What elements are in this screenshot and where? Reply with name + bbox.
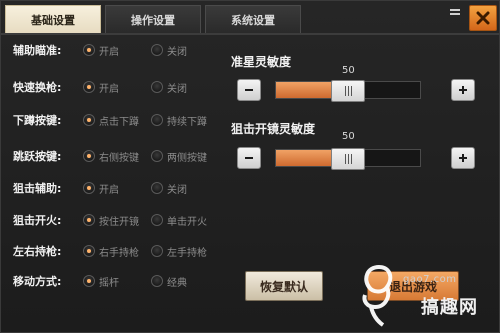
- crosshair-sensitivity-slider[interactable]: [275, 80, 421, 102]
- crosshair-sensitivity-title: 准星灵敏度: [231, 55, 292, 69]
- setting-label: 狙击开火:: [13, 214, 62, 227]
- radio-button[interactable]: [151, 182, 163, 194]
- setting-row-sniper-assist: 狙击辅助: 开启 关闭: [13, 179, 219, 197]
- setting-label: 辅助瞄准:: [13, 44, 62, 57]
- option-off[interactable]: 关闭: [151, 80, 219, 95]
- option-on[interactable]: 开启: [83, 43, 151, 58]
- scope-sensitivity-slider[interactable]: [275, 148, 421, 170]
- radio-button[interactable]: [83, 81, 95, 93]
- option-classic[interactable]: 经典: [151, 274, 219, 289]
- setting-row-jump-key: 跳跃按键: 右侧按键 两侧按键: [13, 147, 219, 165]
- setting-row-move-mode: 移动方式: 摇杆 经典: [13, 272, 219, 290]
- tab-divider: [1, 33, 500, 35]
- setting-row-sniper-fire: 狙击开火: 按住开镜 单击开火: [13, 211, 219, 229]
- option-on[interactable]: 开启: [83, 181, 151, 196]
- radio-button[interactable]: [151, 214, 163, 226]
- option-joystick[interactable]: 摇杆: [83, 274, 151, 289]
- close-icon: [476, 11, 490, 25]
- option-tap-crouch[interactable]: 点击下蹲: [83, 113, 151, 128]
- radio-button[interactable]: [151, 81, 163, 93]
- close-button[interactable]: [469, 5, 497, 31]
- settings-panel: 基础设置 操作设置 系统设置 辅助瞄准: 开启 关闭 快速换枪: 开启 关闭 下…: [0, 0, 500, 333]
- setting-label: 快速换枪:: [13, 81, 62, 94]
- radio-button[interactable]: [83, 275, 95, 287]
- radio-button[interactable]: [151, 150, 163, 162]
- radio-button[interactable]: [83, 182, 95, 194]
- setting-label: 狙击辅助:: [13, 182, 62, 195]
- scope-sensitivity-value: 50: [342, 131, 355, 142]
- setting-row-quick-swap: 快速换枪: 开启 关闭: [13, 78, 219, 96]
- plus-icon: [459, 154, 467, 162]
- radio-button[interactable]: [83, 245, 95, 257]
- scope-increase-button[interactable]: [451, 147, 475, 169]
- restore-defaults-button[interactable]: 恢复默认: [245, 271, 323, 301]
- tab-basic-settings[interactable]: 基础设置: [5, 5, 101, 33]
- setting-label: 移动方式:: [13, 275, 62, 288]
- crosshair-sensitivity-value: 50: [342, 65, 355, 76]
- watermark-name: 搞趣网: [421, 297, 478, 318]
- radio-button[interactable]: [83, 44, 95, 56]
- setting-row-crouch-key: 下蹲按键: 点击下蹲 持续下蹲: [13, 111, 219, 129]
- setting-label: 跳跃按键:: [13, 150, 62, 163]
- plus-icon: [459, 86, 467, 94]
- tab-bar: 基础设置 操作设置 系统设置: [5, 5, 305, 33]
- slider-thumb[interactable]: [331, 80, 365, 102]
- option-both-keys[interactable]: 两侧按键: [151, 149, 219, 164]
- radio-button[interactable]: [151, 275, 163, 287]
- watermark-logo-icon: [362, 264, 393, 327]
- radio-button[interactable]: [83, 114, 95, 126]
- crosshair-decrease-button[interactable]: [237, 79, 261, 101]
- crosshair-increase-button[interactable]: [451, 79, 475, 101]
- menu-icon[interactable]: [447, 7, 463, 21]
- radio-button[interactable]: [151, 245, 163, 257]
- option-hold-scope[interactable]: 按住开镜: [83, 213, 151, 228]
- radio-button[interactable]: [151, 114, 163, 126]
- watermark-url: gao7.com: [403, 274, 457, 285]
- tab-operation-settings[interactable]: 操作设置: [105, 5, 201, 33]
- option-click-fire[interactable]: 单击开火: [151, 213, 219, 228]
- tab-system-settings[interactable]: 系统设置: [205, 5, 301, 33]
- minus-icon: [245, 89, 253, 91]
- radio-button[interactable]: [83, 150, 95, 162]
- scope-sensitivity-title: 狙击开镜灵敏度: [231, 122, 316, 136]
- option-hold-crouch[interactable]: 持续下蹲: [151, 113, 219, 128]
- setting-label: 下蹲按键:: [13, 114, 62, 127]
- radio-button[interactable]: [151, 44, 163, 56]
- setting-row-aim-assist: 辅助瞄准: 开启 关闭: [13, 41, 219, 59]
- option-off[interactable]: 关闭: [151, 181, 219, 196]
- slider-thumb[interactable]: [331, 148, 365, 170]
- setting-row-handedness: 左右持枪: 右手持枪 左手持枪: [13, 242, 219, 260]
- option-on[interactable]: 开启: [83, 80, 151, 95]
- radio-button[interactable]: [83, 214, 95, 226]
- option-right-key[interactable]: 右侧按键: [83, 149, 151, 164]
- setting-label: 左右持枪:: [13, 245, 62, 258]
- option-left-hand[interactable]: 左手持枪: [151, 244, 219, 259]
- scope-decrease-button[interactable]: [237, 147, 261, 169]
- option-off[interactable]: 关闭: [151, 43, 219, 58]
- option-right-hand[interactable]: 右手持枪: [83, 244, 151, 259]
- minus-icon: [245, 157, 253, 159]
